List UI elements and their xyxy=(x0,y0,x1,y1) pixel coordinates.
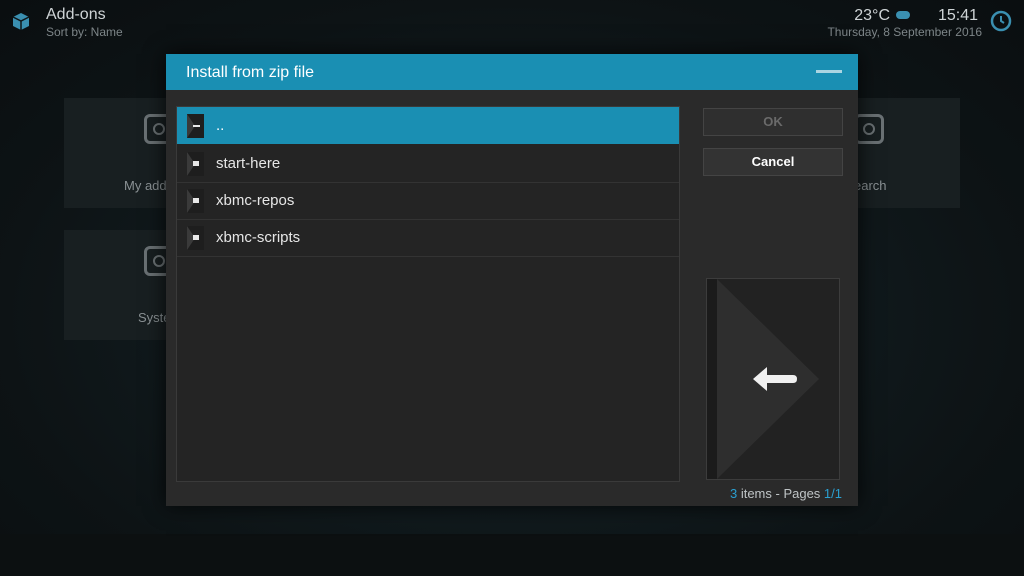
clock-time: 15:41 xyxy=(937,7,978,24)
dialog-title: Install from zip file xyxy=(186,64,315,81)
tile-my-addons[interactable]: My add xyxy=(64,98,174,208)
cloud-icon xyxy=(896,11,910,20)
list-item-xbmc-repos[interactable]: xbmc-repos xyxy=(177,182,679,220)
tile-label: earch xyxy=(854,178,887,193)
logo-icon xyxy=(816,70,842,73)
weather: 23°C xyxy=(854,7,916,25)
list-item-start-here[interactable]: start-here xyxy=(177,145,679,183)
tile-search[interactable]: earch xyxy=(850,98,960,208)
ok-button[interactable]: OK xyxy=(703,108,843,136)
page-title: Add-ons xyxy=(46,6,106,23)
pager-text: items - Pages xyxy=(737,486,824,501)
pager: 3 items - Pages 1/1 xyxy=(730,486,842,501)
list-item-parent[interactable]: .. xyxy=(177,107,679,144)
folder-icon xyxy=(187,152,204,176)
install-zip-dialog: Install from zip file .. start-here xbmc… xyxy=(166,54,858,506)
item-label: .. xyxy=(216,117,225,134)
dialog-header: Install from zip file xyxy=(166,54,858,90)
item-label: start-here xyxy=(216,155,281,172)
parent-folder-preview-icon xyxy=(707,279,839,479)
tile-label: My add xyxy=(124,178,167,193)
disc-icon xyxy=(854,114,884,144)
folder-icon xyxy=(187,226,204,250)
date: Thursday, 8 September 2016 xyxy=(827,25,982,39)
item-preview xyxy=(706,278,840,480)
file-list[interactable]: .. start-here xbmc-repos xbmc-scripts xyxy=(176,106,680,482)
clock-icon xyxy=(990,10,1012,32)
temperature: 23°C xyxy=(854,7,890,24)
list-item-xbmc-scripts[interactable]: xbmc-scripts xyxy=(177,219,679,257)
addons-box-icon xyxy=(12,13,30,30)
parent-folder-icon xyxy=(187,114,204,138)
top-bar: Add-ons Sort by: Name 23°C 15:41 Thursda… xyxy=(0,0,1024,44)
folder-icon xyxy=(187,189,204,213)
sort-label: Sort by: Name xyxy=(46,25,123,39)
page-number: 1/1 xyxy=(823,486,842,501)
cancel-button[interactable]: Cancel xyxy=(703,148,843,176)
bottom-bar xyxy=(0,534,1024,576)
item-label: xbmc-repos xyxy=(216,192,295,209)
item-label: xbmc-scripts xyxy=(216,229,301,246)
tile-system[interactable]: Syste xyxy=(64,230,174,340)
